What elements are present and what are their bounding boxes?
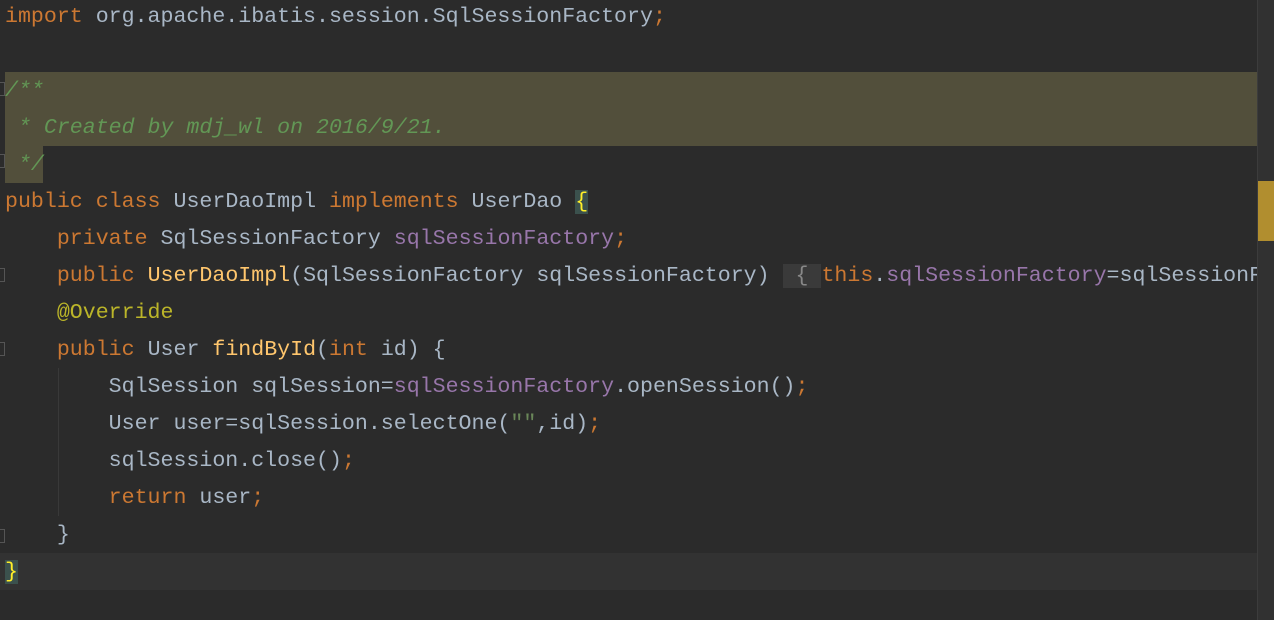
code-token: user bbox=[199, 486, 252, 510]
code-token: import bbox=[5, 5, 96, 29]
code-editor[interactable]: import org.apache.ibatis.session.SqlSess… bbox=[0, 0, 1274, 620]
code-token: public bbox=[56, 264, 148, 288]
code-token: sqlSessionFactory bbox=[393, 227, 615, 251]
code-line[interactable]: User user=sqlSession.selectOne("",id); bbox=[5, 406, 1263, 443]
code-token: int bbox=[329, 338, 381, 362]
code-token: "" bbox=[510, 412, 537, 436]
code-token: org.apache.ibatis.session.SqlSessionFact… bbox=[95, 5, 653, 29]
code-token: ; bbox=[251, 486, 265, 510]
code-line[interactable]: return user; bbox=[5, 480, 1263, 517]
code-line[interactable]: /** bbox=[5, 73, 1263, 110]
code-token: .openSession() bbox=[614, 375, 796, 399]
code-line[interactable]: @Override bbox=[5, 295, 1263, 332]
code-line[interactable]: private SqlSessionFactory sqlSessionFact… bbox=[5, 221, 1263, 258]
code-token: ,id) bbox=[536, 412, 589, 436]
code-line[interactable]: import org.apache.ibatis.session.SqlSess… bbox=[5, 0, 1263, 36]
code-token: id) { bbox=[380, 338, 446, 362]
code-token: ; bbox=[614, 227, 628, 251]
code-token: UserDao bbox=[471, 190, 576, 214]
code-token: { bbox=[782, 264, 822, 288]
code-token: User user=sqlSession.selectOne( bbox=[108, 412, 511, 436]
code-token: public bbox=[56, 338, 148, 362]
vertical-scrollbar[interactable] bbox=[1257, 0, 1274, 620]
code-token: this bbox=[821, 264, 874, 288]
code-token: sqlSession.close() bbox=[108, 449, 342, 473]
code-token: UserDaoImpl bbox=[173, 190, 329, 214]
code-line[interactable]: } bbox=[5, 554, 1263, 591]
code-token: */ bbox=[5, 153, 44, 177]
code-token: . bbox=[873, 264, 887, 288]
code-token: SqlSession sqlSession= bbox=[108, 375, 394, 399]
code-token: ; bbox=[588, 412, 602, 436]
code-token: findById bbox=[212, 338, 317, 362]
code-line[interactable]: */ bbox=[5, 147, 1263, 184]
code-token: /** bbox=[5, 79, 44, 103]
scrollbar-marker[interactable] bbox=[1258, 181, 1274, 241]
code-token: implements bbox=[329, 190, 472, 214]
code-token: * Created by mdj_wl on 2016/9/21. bbox=[5, 116, 446, 140]
code-token: sqlSessionFactory bbox=[886, 264, 1107, 288]
code-token: sqlSessionFactory bbox=[393, 375, 615, 399]
code-token: return bbox=[108, 486, 200, 510]
code-line[interactable]: public UserDaoImpl(SqlSessionFactory sql… bbox=[5, 258, 1274, 295]
code-token: @Override bbox=[56, 301, 174, 325]
code-token: UserDaoImpl bbox=[147, 264, 291, 288]
code-token: ( bbox=[316, 338, 329, 362]
code-line[interactable] bbox=[5, 36, 1263, 73]
code-token: ; bbox=[795, 375, 809, 399]
code-line[interactable]: sqlSession.close(); bbox=[5, 443, 1263, 480]
code-token: ; bbox=[341, 449, 355, 473]
code-token: =sqlSessionFac bbox=[1106, 264, 1274, 288]
code-token: public bbox=[5, 190, 96, 214]
code-token: } bbox=[56, 523, 70, 547]
code-token: (SqlSessionFactory sqlSessionFactory) bbox=[290, 264, 770, 288]
code-token: User bbox=[147, 338, 213, 362]
code-token: ; bbox=[652, 5, 666, 29]
code-token: class bbox=[95, 190, 174, 214]
code-line[interactable]: SqlSession sqlSession=sqlSessionFactory.… bbox=[5, 369, 1263, 406]
code-line[interactable]: public class UserDaoImpl implements User… bbox=[5, 184, 1263, 221]
code-token: { bbox=[575, 190, 589, 214]
code-line[interactable]: } bbox=[5, 517, 1263, 554]
code-token: private bbox=[56, 227, 161, 251]
code-line[interactable]: * Created by mdj_wl on 2016/9/21. bbox=[5, 110, 1263, 147]
code-line[interactable]: public User findById(int id) { bbox=[5, 332, 1263, 369]
code-token: } bbox=[5, 560, 18, 584]
code-token: SqlSessionFactory bbox=[160, 227, 394, 251]
